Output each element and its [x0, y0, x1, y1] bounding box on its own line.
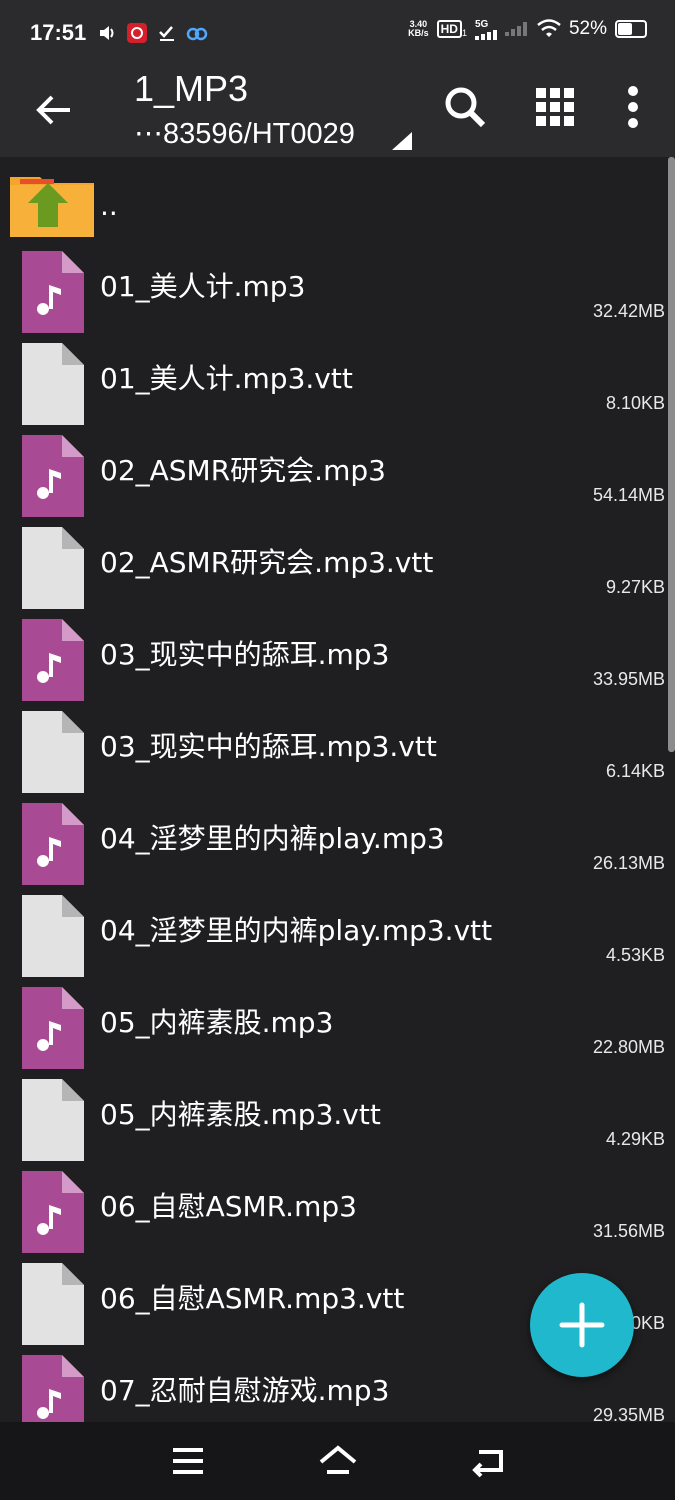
audio-file-icon	[22, 1171, 84, 1253]
file-name: 05_内裤素股.mp3.vtt	[100, 1098, 381, 1131]
hd-icon: HD 1	[436, 20, 467, 38]
path-dropdown-icon[interactable]	[392, 132, 412, 150]
file-size: 8.10KB	[605, 393, 665, 413]
text-file-icon	[22, 895, 84, 977]
file-name: 02_ASMR研究会.mp3.vtt	[100, 546, 434, 579]
parent-directory-label: ..	[100, 189, 118, 222]
file-size: 6.14KB	[605, 761, 665, 781]
folder-up-icon	[10, 177, 94, 237]
net-speed-unit: KB/s	[408, 28, 429, 38]
file-row[interactable]: 02_ASMR研究会.mp3 54.14MB	[0, 429, 665, 521]
file-list[interactable]: .. 01_美人计.mp3 32.42MB 01_美人计.mp3.vtt 8.10K…	[0, 157, 675, 1422]
file-size: 54.14MB	[592, 485, 665, 505]
file-row[interactable]: 02_ASMR研究会.mp3.vtt 9.27KB	[0, 521, 665, 613]
hd-label: HD	[436, 20, 462, 38]
text-file-icon	[22, 711, 84, 793]
back-icon[interactable]	[30, 87, 76, 133]
status-bar: 17:51 3.40 KB/s HD 1 5G 52%	[0, 0, 675, 62]
audio-file-icon	[22, 619, 84, 701]
text-file-icon	[22, 1079, 84, 1161]
audio-file-icon	[22, 251, 84, 333]
battery-percent: 52%	[568, 18, 607, 39]
file-size: 4.53KB	[605, 945, 665, 965]
scrollbar[interactable]	[668, 157, 675, 752]
file-row[interactable]: 06_自慰ASMR.mp3 31.56MB	[0, 1165, 665, 1257]
home-icon[interactable]	[315, 1438, 361, 1484]
file-name: 01_美人计.mp3.vtt	[100, 362, 353, 395]
audio-file-icon	[22, 435, 84, 517]
file-name: 06_自慰ASMR.mp3	[100, 1190, 357, 1223]
file-name: 03_现实中的舔耳.mp3.vtt	[100, 730, 437, 763]
add-icon	[559, 1302, 605, 1348]
parent-directory-row[interactable]: ..	[0, 157, 665, 245]
battery-icon	[615, 20, 647, 38]
5g-signal-icon: 5G	[474, 18, 497, 40]
hd-sub: 1	[461, 28, 467, 38]
cloud-sync-icon	[186, 27, 208, 41]
file-name: 04_淫梦里的内裤play.mp3	[100, 822, 445, 855]
file-row[interactable]: 04_淫梦里的内裤play.mp3.vtt 4.53KB	[0, 889, 665, 981]
audio-file-icon	[22, 1355, 84, 1422]
file-name: 05_内裤素股.mp3	[100, 1006, 334, 1039]
path-breadcrumb[interactable]: ⋯83596/HT0029	[134, 116, 355, 151]
file-size: 31.56MB	[592, 1221, 665, 1241]
signal-icon	[504, 22, 527, 36]
file-name: 03_现实中的舔耳.mp3	[100, 638, 390, 671]
file-row[interactable]: 03_现实中的舔耳.mp3.vtt 6.14KB	[0, 705, 665, 797]
file-size: 32.42MB	[592, 301, 665, 321]
file-size: 26.13MB	[592, 853, 665, 873]
checkmark-icon	[159, 26, 174, 41]
grid-view-icon[interactable]	[530, 82, 580, 132]
file-row[interactable]: 03_现实中的舔耳.mp3 33.95MB	[0, 613, 665, 705]
net-speed-icon: 3.40 KB/s	[408, 20, 429, 38]
volume-icon	[100, 26, 114, 40]
file-size: 29.35MB	[592, 1405, 665, 1422]
file-name: 07_忍耐自慰游戏.mp3	[100, 1374, 390, 1407]
file-row[interactable]: 01_美人计.mp3.vtt 8.10KB	[0, 337, 665, 429]
file-row[interactable]: 05_内裤素股.mp3 22.80MB	[0, 981, 665, 1073]
file-size: 9.27KB	[605, 577, 665, 597]
app-bar: 1_MP3 ⋯83596/HT0029	[0, 62, 675, 157]
battery-level	[618, 23, 632, 35]
file-row[interactable]: 04_淫梦里的内裤play.mp3 26.13MB	[0, 797, 665, 889]
back-nav-icon[interactable]	[465, 1438, 511, 1484]
status-icons-left	[98, 22, 208, 44]
app-notification-icon	[127, 23, 147, 43]
audio-file-icon	[22, 803, 84, 885]
file-size: 22.80MB	[592, 1037, 665, 1057]
file-name: 01_美人计.mp3	[100, 270, 306, 303]
page-title: 1_MP3	[134, 68, 249, 109]
more-vert-icon[interactable]	[608, 82, 658, 132]
text-file-icon	[22, 343, 84, 425]
file-row[interactable]: 01_美人计.mp3 32.42MB	[0, 245, 665, 337]
file-size: 4.29KB	[605, 1129, 665, 1149]
network-label: 5G	[474, 18, 489, 30]
file-name: 04_淫梦里的内裤play.mp3.vtt	[100, 914, 493, 947]
file-size: 0KB	[630, 1313, 665, 1333]
add-button[interactable]	[530, 1273, 634, 1377]
search-icon[interactable]	[440, 82, 490, 132]
file-name: 06_自慰ASMR.mp3.vtt	[100, 1282, 405, 1315]
file-size: 33.95MB	[592, 669, 665, 689]
wifi-icon	[537, 19, 561, 37]
menu-icon[interactable]	[165, 1438, 211, 1484]
audio-file-icon	[22, 987, 84, 1069]
status-icons-right: 3.40 KB/s HD 1 5G 52%	[408, 18, 647, 40]
file-name: 02_ASMR研究会.mp3	[100, 454, 386, 487]
text-file-icon	[22, 527, 84, 609]
text-file-icon	[22, 1263, 84, 1345]
file-row[interactable]: 05_内裤素股.mp3.vtt 4.29KB	[0, 1073, 665, 1165]
status-time: 17:51	[30, 20, 87, 45]
navigation-bar	[0, 1422, 675, 1500]
